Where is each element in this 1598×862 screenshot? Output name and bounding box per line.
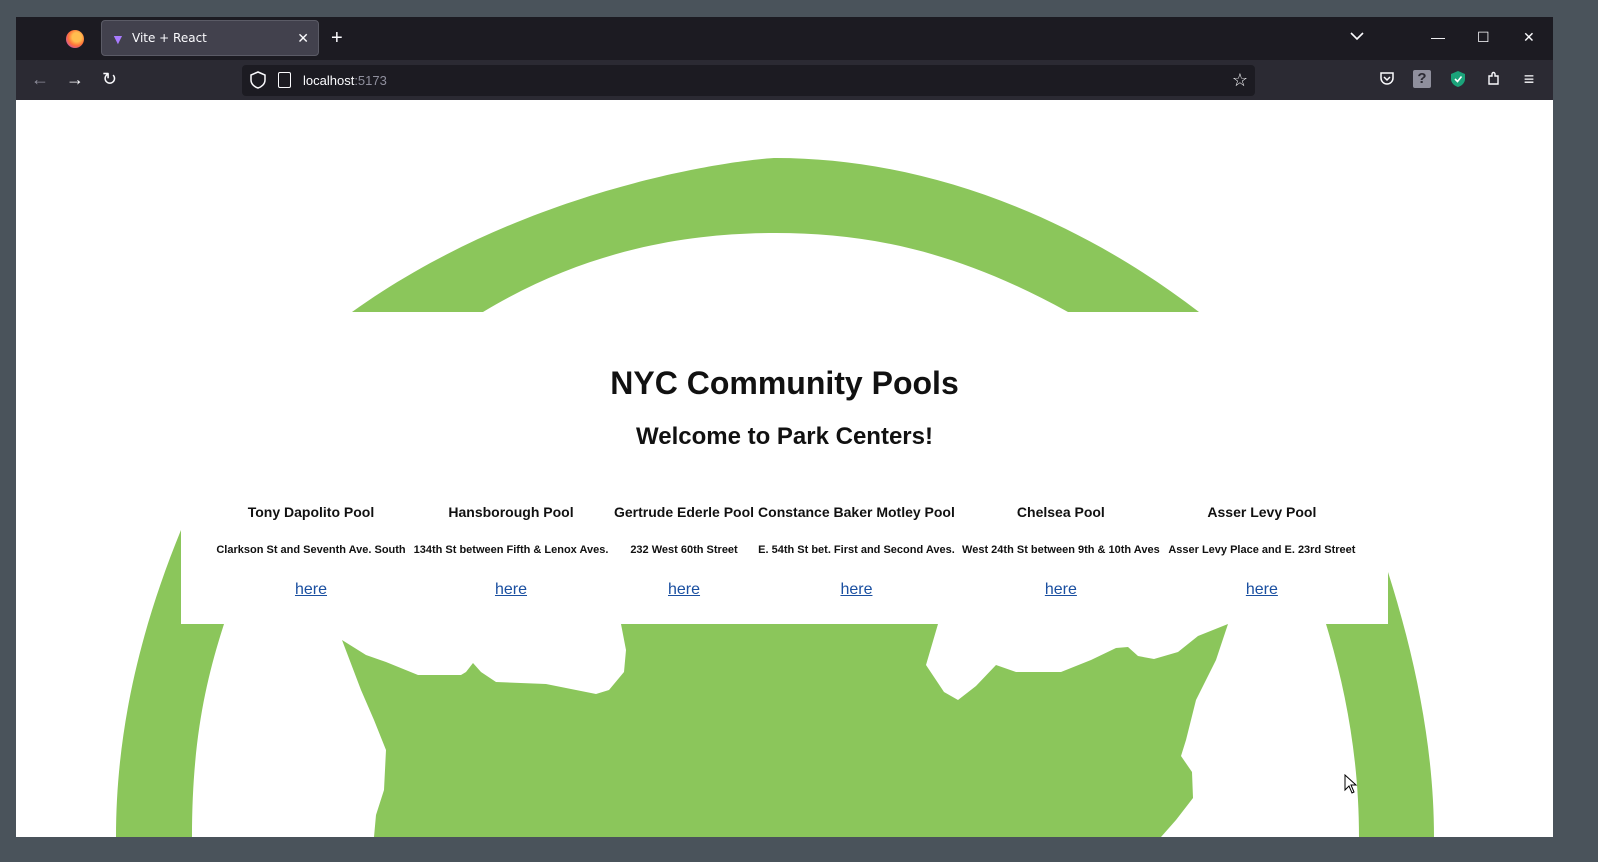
pool-addresses-row: Clarkson St and Seventh Ave. South 134th…: [212, 532, 1359, 568]
tab-close-icon[interactable]: ✕: [297, 29, 309, 47]
pool-link[interactable]: here: [1045, 581, 1077, 598]
pool-link-cell: here: [957, 568, 1165, 612]
pool-link-cell: here: [212, 568, 410, 612]
reload-button[interactable]: ↻: [102, 69, 117, 89]
maximize-button[interactable]: ☐: [1477, 27, 1490, 47]
mouse-cursor-icon: [1344, 774, 1358, 794]
pool-link-cell: here: [612, 568, 756, 612]
pool-name: Constance Baker Motley Pool: [758, 504, 955, 520]
close-window-button[interactable]: ✕: [1523, 27, 1535, 47]
pool-link[interactable]: here: [668, 581, 700, 598]
pool-address: Asser Levy Place and E. 23rd Street: [1168, 544, 1356, 556]
page-subtitle: Welcome to Park Centers!: [636, 423, 933, 450]
pool-link[interactable]: here: [295, 581, 327, 598]
minimize-button[interactable]: —: [1431, 27, 1445, 47]
page-viewport: NYC Community Pools Welcome to Park Cent…: [16, 100, 1553, 837]
pool-address: E. 54th St bet. First and Second Aves.: [758, 544, 955, 556]
pool-name: Chelsea Pool: [1016, 504, 1105, 520]
new-tab-button[interactable]: +: [331, 28, 343, 48]
pool-names-row: Tony Dapolito Pool Hansborough Pool Gert…: [212, 492, 1359, 532]
page-title: NYC Community Pools: [610, 365, 959, 401]
pool-link-cell: here: [756, 568, 957, 612]
pools-table: Tony Dapolito Pool Hansborough Pool Gert…: [212, 492, 1359, 612]
pool-name: Tony Dapolito Pool: [247, 504, 375, 520]
tab-title: Vite + React: [132, 31, 207, 45]
forward-button[interactable]: →: [66, 69, 84, 89]
pool-name: Asser Levy Pool: [1207, 504, 1317, 520]
pool-link[interactable]: here: [495, 581, 527, 598]
pocket-icon[interactable]: [1378, 70, 1396, 88]
vite-favicon-icon: ▼: [111, 31, 125, 47]
navigation-toolbar: ← → ↻ localhost:5173 ☆ ? ≡: [16, 60, 1553, 100]
pool-address: 232 West 60th Street: [630, 544, 738, 556]
url-text[interactable]: localhost:5173: [303, 73, 387, 88]
menu-icon[interactable]: ≡: [1520, 70, 1538, 88]
url-host: localhost: [303, 73, 355, 88]
tab-strip: ▼ Vite + React ✕ + — ☐ ✕: [16, 17, 1553, 60]
url-port: :5173: [354, 73, 387, 88]
pool-address: Clarkson St and Seventh Ave. South: [216, 544, 406, 556]
pool-links-row: here here here here here here: [212, 568, 1359, 612]
pool-link-cell: here: [1165, 568, 1359, 612]
tab-list-chevron-icon[interactable]: [1350, 28, 1364, 44]
browser-window: ▼ Vite + React ✕ + — ☐ ✕ ← → ↻ localhost…: [16, 17, 1553, 837]
pool-address: 134th St between Fifth & Lenox Aves.: [413, 544, 609, 556]
pool-name: Gertrude Ederle Pool: [614, 504, 755, 520]
pool-link-cell: here: [410, 568, 612, 612]
page-info-icon[interactable]: [278, 72, 291, 88]
firefox-logo-icon[interactable]: [66, 30, 84, 48]
extensions-icon[interactable]: [1485, 70, 1503, 88]
back-button[interactable]: ←: [31, 69, 49, 89]
pool-name: Hansborough Pool: [448, 504, 574, 520]
tracking-shield-icon[interactable]: [250, 71, 266, 89]
shield-extension-icon[interactable]: [1449, 70, 1467, 88]
url-bar[interactable]: localhost:5173 ☆: [242, 65, 1255, 96]
pool-link[interactable]: here: [840, 581, 872, 598]
pool-address: West 24th St between 9th & 10th Aves: [962, 544, 1160, 556]
help-icon[interactable]: ?: [1413, 70, 1431, 88]
bookmark-star-icon[interactable]: ☆: [1232, 70, 1248, 90]
pool-link[interactable]: here: [1246, 581, 1278, 598]
tab-active[interactable]: ▼ Vite + React ✕: [101, 20, 319, 56]
pool-logo-background: [116, 158, 1434, 837]
